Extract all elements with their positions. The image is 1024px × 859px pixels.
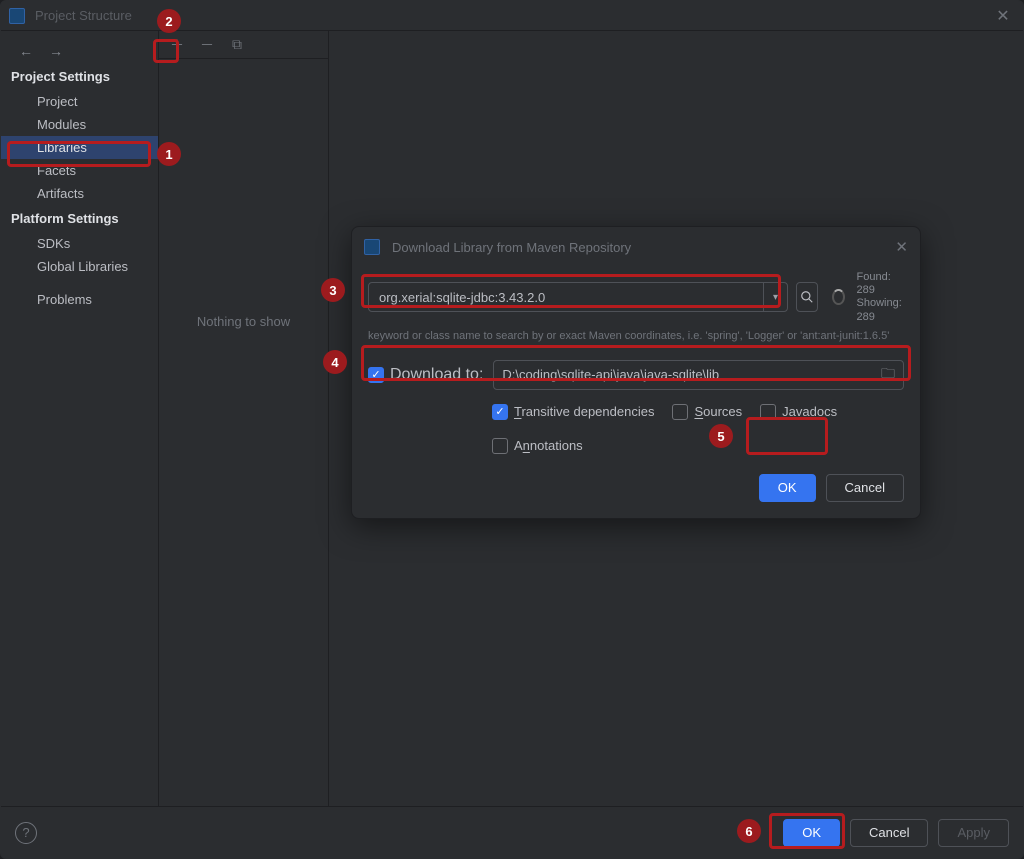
maven-search-combo[interactable]: ▾ <box>368 282 788 312</box>
search-icon <box>800 290 814 304</box>
dialog-cancel-button[interactable]: Cancel <box>826 474 904 502</box>
annotations-label: Annotations <box>514 438 583 453</box>
checkbox-icon <box>672 404 688 420</box>
close-icon[interactable]: ✕ <box>991 6 1015 26</box>
sidebar-item-libraries[interactable]: Libraries <box>1 136 158 159</box>
transitive-deps-label: Transitive dependencies <box>514 404 654 419</box>
javadocs-label: Javadocs <box>782 404 837 419</box>
add-library-button[interactable]: ＋ <box>169 37 185 53</box>
annotations-checkbox[interactable]: Annotations <box>492 438 583 454</box>
dialog-titlebar: Download Library from Maven Repository ✕ <box>352 227 920 267</box>
section-platform-settings: Platform Settings <box>1 205 158 232</box>
download-library-dialog: Download Library from Maven Repository ✕… <box>351 226 921 519</box>
window-footer: ? OK Cancel Apply <box>1 806 1023 858</box>
settings-sidebar: ← → Project Settings Project Modules Lib… <box>1 31 159 806</box>
back-arrow-icon[interactable]: ← <box>19 43 33 59</box>
section-project-settings: Project Settings <box>1 63 158 90</box>
ok-button[interactable]: OK <box>783 819 840 847</box>
sidebar-item-project[interactable]: Project <box>1 90 158 113</box>
search-hint: keyword or class name to search by or ex… <box>368 330 904 342</box>
loading-spinner-icon <box>832 289 845 305</box>
sources-label: Sources <box>694 404 742 419</box>
libraries-toolbar: ＋ － ⧉ <box>159 31 328 59</box>
sidebar-item-problems[interactable]: Problems <box>1 288 158 311</box>
folder-icon[interactable]: 🗀 <box>881 363 895 387</box>
chevron-down-icon[interactable]: ▾ <box>763 283 787 311</box>
sidebar-item-sdks[interactable]: SDKs <box>1 232 158 255</box>
empty-list-label: Nothing to show <box>159 59 328 806</box>
sidebar-item-facets[interactable]: Facets <box>1 159 158 182</box>
sidebar-item-global-libraries[interactable]: Global Libraries <box>1 255 158 278</box>
sidebar-item-modules[interactable]: Modules <box>1 113 158 136</box>
sidebar-item-artifacts[interactable]: Artifacts <box>1 182 158 205</box>
window-title: Project Structure <box>35 8 132 23</box>
dialog-ok-button[interactable]: OK <box>759 474 816 502</box>
app-logo-icon <box>9 8 25 24</box>
copy-library-button[interactable]: ⧉ <box>229 37 245 53</box>
download-to-label: Download to: <box>390 366 483 384</box>
dialog-title: Download Library from Maven Repository <box>392 240 631 255</box>
project-structure-window: Project Structure ✕ ← → Project Settings… <box>0 0 1024 859</box>
checkbox-icon: ✓ <box>492 404 508 420</box>
app-logo-icon <box>364 239 380 255</box>
sources-checkbox[interactable]: Sources <box>672 404 742 420</box>
transitive-deps-checkbox[interactable]: ✓ Transitive dependencies <box>492 404 654 420</box>
download-path-field[interactable]: 🗀 <box>493 360 904 390</box>
search-button[interactable] <box>796 282 818 312</box>
titlebar: Project Structure ✕ <box>1 1 1023 31</box>
libraries-list-column: ＋ － ⧉ Nothing to show <box>159 31 329 806</box>
download-path-input[interactable] <box>502 367 881 382</box>
forward-arrow-icon[interactable]: → <box>49 43 63 59</box>
dialog-close-icon[interactable]: ✕ <box>895 238 908 256</box>
remove-library-button[interactable]: － <box>199 37 215 53</box>
javadocs-checkbox[interactable]: Javadocs <box>760 404 837 420</box>
cancel-button[interactable]: Cancel <box>850 819 928 847</box>
checkbox-icon: ✓ <box>368 367 384 383</box>
checkbox-icon <box>492 438 508 454</box>
checkbox-icon <box>760 404 776 420</box>
download-to-checkbox[interactable]: ✓ Download to: <box>368 366 483 384</box>
help-button[interactable]: ? <box>15 822 37 844</box>
apply-button[interactable]: Apply <box>938 819 1009 847</box>
search-results-count: Found: 289 Showing: 289 <box>857 271 905 324</box>
nav-arrows: ← → <box>1 39 158 63</box>
maven-search-input[interactable] <box>369 283 763 311</box>
